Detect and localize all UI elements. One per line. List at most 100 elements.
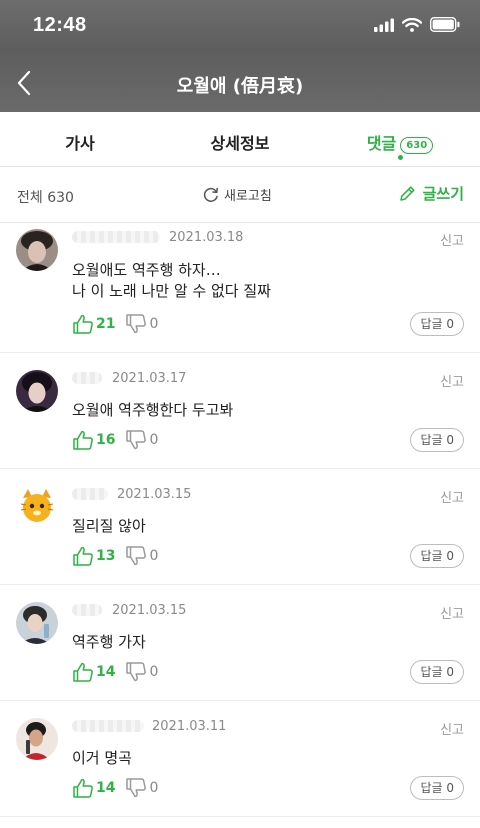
- reply-button[interactable]: 답글 0: [410, 776, 464, 800]
- comment-text: 역주행 가자: [72, 633, 146, 651]
- avatar-image: [16, 602, 58, 644]
- tab-lyrics[interactable]: 가사: [0, 112, 160, 166]
- nickname-redacted: [72, 604, 102, 616]
- comment-date: 2021.03.18: [169, 230, 244, 245]
- tab-bar: 가사 상세정보 댓글 630: [0, 112, 480, 167]
- refresh-button[interactable]: 새로고침: [202, 185, 272, 204]
- thumbs-up-icon: [73, 778, 93, 798]
- write-comment-button[interactable]: 글쓰기: [398, 183, 464, 204]
- tab-label-text: 댓글: [366, 134, 397, 153]
- comment-item: 2021.03.11 신고 이거 명곡 14 0 답글 0: [0, 701, 480, 817]
- report-button[interactable]: 신고: [440, 719, 464, 738]
- tab-label: 가사: [65, 134, 95, 153]
- dislike-button[interactable]: 0: [125, 545, 158, 567]
- thumbs-up-icon: [73, 430, 93, 450]
- dislike-button[interactable]: 0: [125, 661, 158, 683]
- comment-actions: 21 0: [72, 312, 158, 336]
- dislike-count: 0: [149, 780, 159, 796]
- report-button[interactable]: 신고: [440, 487, 464, 506]
- wifi-icon: [402, 17, 422, 32]
- comment-text: 질리질 않아: [72, 517, 146, 535]
- tab-details[interactable]: 상세정보: [160, 112, 320, 166]
- total-count: 전체 630: [17, 190, 74, 206]
- report-button[interactable]: 신고: [440, 371, 464, 390]
- avatar-image: [16, 718, 58, 760]
- comment-item: 2021.03.15 신고 질리질 않아 13 0 답글 0: [0, 469, 480, 585]
- comment-date: 2021.03.15: [117, 487, 192, 502]
- like-button[interactable]: 14: [72, 661, 115, 683]
- comment-item: 2021.03.15 신고 역주행 가자 14 0 답글 0: [0, 585, 480, 701]
- avatar[interactable]: [16, 486, 58, 528]
- like-count: 14: [96, 664, 116, 680]
- like-count: 16: [96, 432, 116, 448]
- avatar-image: [16, 486, 58, 528]
- status-bar: 12:48: [0, 0, 480, 54]
- comment-actions: 16 0: [72, 428, 158, 452]
- reply-button[interactable]: 답글 0: [410, 428, 464, 452]
- thumbs-down-icon: [126, 778, 147, 798]
- like-count: 21: [96, 316, 116, 332]
- like-button[interactable]: 16: [72, 429, 115, 451]
- comment-item: 2021.03.17 신고 오월애 역주행한다 두고봐 16 0 답글 0: [0, 353, 480, 469]
- thumbs-down-icon: [126, 430, 147, 450]
- tab-label: 댓글 630: [366, 130, 434, 154]
- dislike-count: 0: [149, 548, 159, 564]
- tab-comments[interactable]: 댓글 630: [320, 112, 480, 166]
- thumbs-down-icon: [126, 546, 147, 566]
- comment-line: 오월애도 역주행 하자…: [72, 261, 221, 279]
- comment-actions: 14 0: [72, 776, 158, 800]
- reply-button[interactable]: 답글 0: [410, 544, 464, 568]
- battery-icon: [430, 17, 460, 32]
- signal-icon: [374, 18, 394, 32]
- nickname-redacted: [72, 372, 102, 384]
- comment-date: 2021.03.15: [112, 603, 187, 618]
- comment-text: 오월애 역주행한다 두고봐: [72, 401, 234, 419]
- song-title: 오월애 (俉月哀): [176, 76, 304, 97]
- comment-date: 2021.03.17: [112, 371, 187, 386]
- app-header: 12:48 오월애 (俉月哀): [0, 0, 480, 112]
- nav-bar: 오월애 (俉月哀): [0, 54, 480, 112]
- reply-button[interactable]: 답글 0: [410, 312, 464, 336]
- refresh-icon: [203, 187, 218, 202]
- thumbs-up-icon: [73, 314, 93, 334]
- dislike-count: 0: [149, 432, 159, 448]
- dislike-count: 0: [149, 316, 159, 332]
- write-label: 글쓰기: [422, 185, 464, 203]
- avatar[interactable]: [16, 602, 58, 644]
- avatar[interactable]: [16, 370, 58, 412]
- like-button[interactable]: 13: [72, 545, 115, 567]
- dislike-button[interactable]: 0: [125, 313, 158, 335]
- avatar[interactable]: [16, 718, 58, 760]
- report-button[interactable]: 신고: [440, 230, 464, 249]
- dislike-button[interactable]: 0: [125, 429, 158, 451]
- like-count: 14: [96, 780, 116, 796]
- refresh-label: 새로고침: [224, 189, 272, 204]
- tab-label: 상세정보: [210, 134, 270, 153]
- dislike-button[interactable]: 0: [125, 777, 158, 799]
- comment-text: 이거 명곡: [72, 749, 132, 767]
- nickname-redacted: [72, 720, 144, 732]
- comment-count-badge: 630: [400, 137, 434, 154]
- reply-button[interactable]: 답글 0: [410, 660, 464, 684]
- comment-actions: 14 0: [72, 660, 158, 684]
- report-button[interactable]: 신고: [440, 603, 464, 622]
- avatar-image: [16, 229, 58, 271]
- like-count: 13: [96, 548, 116, 564]
- status-time: 12:48: [33, 14, 87, 36]
- thumbs-up-icon: [73, 546, 93, 566]
- comment-toolbar: 전체 630 새로고침 글쓰기: [0, 167, 480, 223]
- pencil-icon: [399, 186, 415, 201]
- comment-item: 2021.03.18 신고 오월애도 역주행 하자… 나 이 노래 나만 알 수…: [0, 223, 480, 353]
- like-button[interactable]: 14: [72, 777, 115, 799]
- status-icons: [374, 17, 460, 32]
- avatar[interactable]: [16, 229, 58, 271]
- dislike-count: 0: [149, 664, 159, 680]
- comment-line: 나 이 노래 나만 알 수 없다 질짜: [72, 282, 271, 300]
- comment-actions: 13 0: [72, 544, 158, 568]
- active-tab-indicator: [398, 155, 403, 160]
- comment-text: 오월애도 역주행 하자… 나 이 노래 나만 알 수 없다 질짜: [72, 260, 442, 302]
- thumbs-up-icon: [73, 662, 93, 682]
- like-button[interactable]: 21: [72, 313, 115, 335]
- avatar-image: [16, 370, 58, 412]
- comment-list: 2021.03.18 신고 오월애도 역주행 하자… 나 이 노래 나만 알 수…: [0, 223, 480, 828]
